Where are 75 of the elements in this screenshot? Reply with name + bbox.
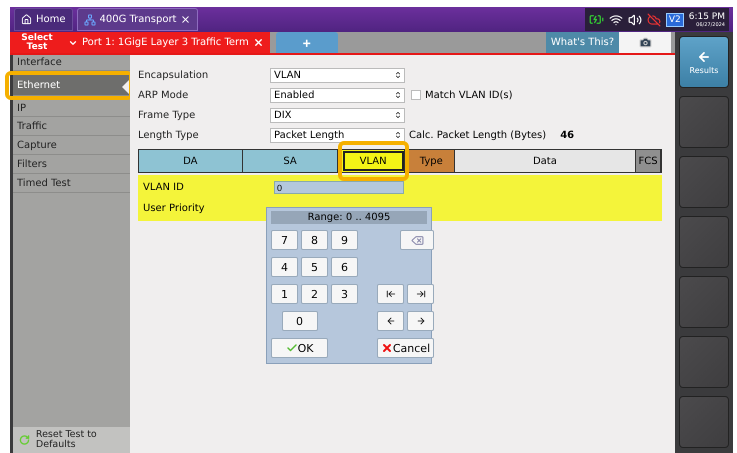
arrow-left-icon	[386, 316, 396, 326]
blank-soft-key[interactable]	[679, 156, 729, 208]
left-arrow-key[interactable]	[377, 311, 404, 331]
key[interactable]: 3	[331, 284, 358, 304]
range-label: Range: 0 .. 4095	[271, 211, 427, 224]
close-icon[interactable]	[252, 37, 264, 48]
key[interactable]: 4	[271, 257, 298, 277]
key[interactable]: 2	[301, 284, 328, 304]
blank-soft-key[interactable]	[679, 396, 729, 448]
dropdown[interactable]: VLAN	[270, 68, 405, 82]
updown-icon	[394, 111, 402, 119]
line-start-key[interactable]	[377, 284, 404, 304]
x-icon	[380, 342, 393, 354]
frame-segment[interactable]: Data	[454, 150, 636, 172]
port-tab[interactable]: Port 1: 1GigE Layer 3 Traffic Term	[64, 32, 270, 53]
key[interactable]: 1	[271, 284, 298, 304]
dropdown[interactable]: Packet Length	[270, 128, 405, 142]
ok-button[interactable]: OK	[271, 338, 328, 358]
field-label: Length Type	[138, 130, 200, 140]
info-value: 46	[560, 130, 574, 140]
check-icon	[286, 342, 298, 354]
backspace-icon	[410, 234, 424, 246]
line-end-key[interactable]	[407, 284, 434, 304]
blank-soft-key[interactable]	[679, 216, 729, 268]
camera-icon[interactable]	[638, 36, 652, 49]
field-label: Encapsulation	[138, 70, 210, 80]
checkbox-label: Match VLAN ID(s)	[425, 90, 512, 100]
battery-icon	[588, 12, 604, 27]
cancel-button[interactable]: Cancel	[377, 338, 434, 358]
volume-icon	[628, 12, 642, 26]
info-label: Calc. Packet Length (Bytes)	[409, 130, 546, 140]
arrow-to-start-icon	[386, 289, 396, 299]
updown-icon	[394, 91, 402, 99]
arrow-right-icon	[416, 316, 426, 326]
vlan-id-input[interactable]: 0	[274, 181, 404, 194]
results-button[interactable]: Results	[679, 36, 729, 88]
blank-soft-key[interactable]	[679, 336, 729, 388]
field-label: VLAN ID	[143, 182, 185, 193]
key[interactable]: 5	[301, 257, 328, 277]
reset-icon	[19, 434, 30, 446]
field-label: ARP Mode	[138, 90, 190, 100]
right-arrow-key[interactable]	[407, 311, 434, 331]
sidebar-item[interactable]: Ethernet	[13, 75, 129, 96]
updown-icon	[394, 131, 402, 139]
checkbox[interactable]	[411, 90, 421, 100]
key[interactable]: 6	[331, 257, 358, 277]
frame-segment[interactable]: DA	[139, 150, 243, 172]
version-badge: V2	[666, 12, 684, 26]
reset-defaults-button[interactable]: Reset Test to Defaults	[13, 427, 130, 453]
updown-icon	[394, 71, 402, 79]
whats-this-button[interactable]: What's This?	[546, 32, 619, 53]
close-icon[interactable]	[180, 14, 192, 25]
select-test-button[interactable]: Select Test	[10, 32, 64, 53]
dropdown[interactable]: Enabled	[270, 88, 405, 102]
clock-time: 6:15 PM	[688, 12, 725, 22]
app-tab[interactable]: 400G Transport	[76, 8, 198, 31]
blank-soft-key[interactable]	[679, 96, 729, 148]
frame-segment[interactable]: Type	[408, 150, 455, 172]
frame-segment[interactable]: VLAN	[342, 150, 405, 172]
blank-soft-key[interactable]	[679, 276, 729, 328]
arrow-left-icon	[697, 50, 711, 64]
frame-segment[interactable]: FCS	[636, 150, 661, 172]
home-icon	[21, 14, 32, 25]
key[interactable]: 7	[271, 230, 298, 250]
dropdown[interactable]: DIX	[270, 108, 405, 122]
field-label: User Priority	[143, 203, 206, 214]
key[interactable]: 9	[331, 230, 358, 250]
field-label: Frame Type	[138, 110, 196, 120]
key[interactable]: 0	[282, 311, 318, 331]
cloud-off-icon	[646, 12, 661, 26]
frame-segment[interactable]: SA	[242, 150, 338, 172]
app-tab[interactable]: Home	[14, 8, 73, 31]
arrow-to-end-icon	[416, 289, 426, 299]
backspace-key[interactable]	[400, 230, 434, 250]
key[interactable]: 8	[301, 230, 328, 250]
